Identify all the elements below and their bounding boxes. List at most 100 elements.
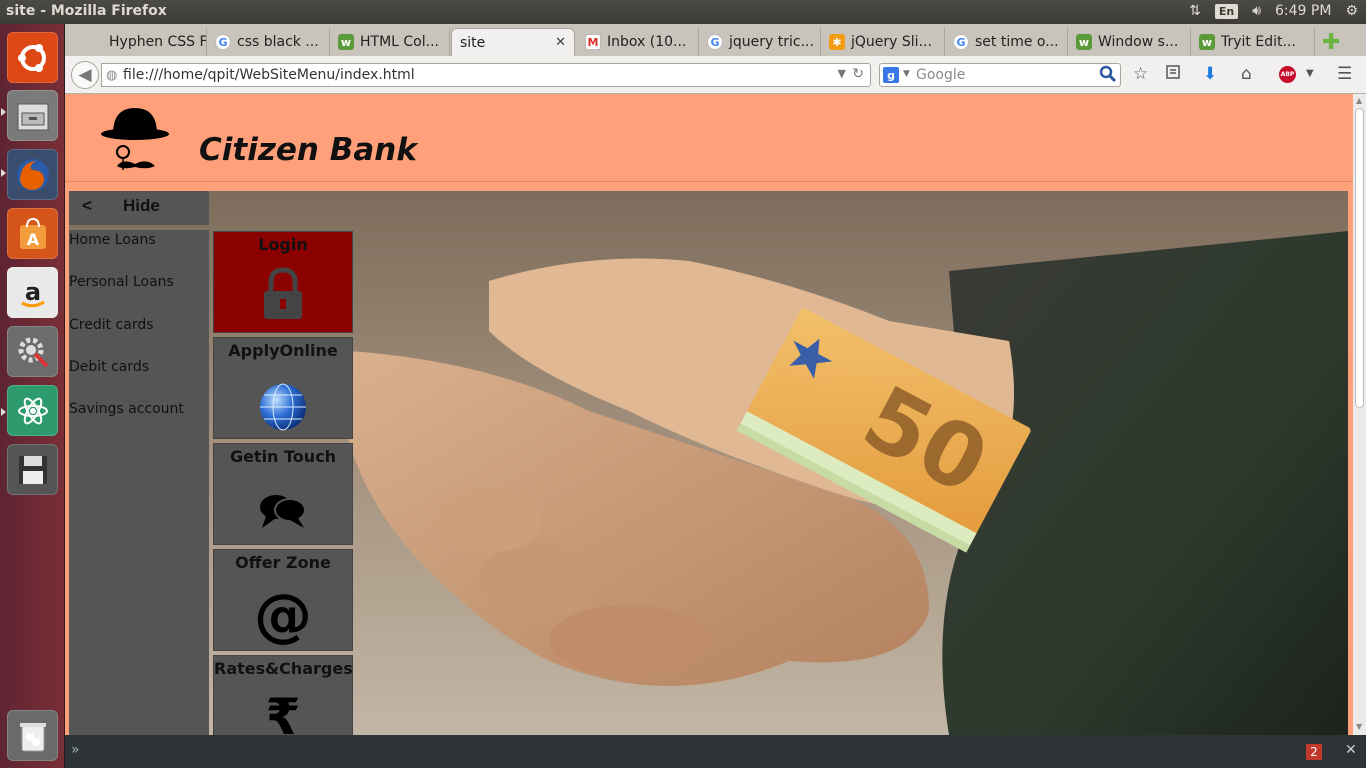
amazon-icon[interactable]: a <box>7 267 58 318</box>
google-icon: G <box>215 34 231 50</box>
browser-tab-active[interactable]: site ✕ <box>451 28 575 56</box>
w3schools-icon: w <box>1076 34 1092 50</box>
svg-text:a: a <box>24 278 40 306</box>
browser-tab[interactable]: G jquery tric... <box>699 28 821 56</box>
settings-gear-icon[interactable]: ⚙ <box>1345 3 1358 19</box>
collapse-arrow-icon: < <box>82 196 92 215</box>
unity-launcher: A a <box>0 24 65 768</box>
gmail-icon: M <box>585 34 601 50</box>
offer-zone-tile[interactable]: Offer Zone @ <box>213 549 353 651</box>
google-icon: G <box>707 34 723 50</box>
os-top-panel: site - Mozilla Firefox ⇅ En 🔊︎ 6:49 PM ⚙ <box>0 0 1366 24</box>
menu-item-home-loans[interactable]: Home Loans <box>69 232 156 248</box>
tab-title: HTML Col... <box>360 34 439 50</box>
hamburger-menu-icon[interactable]: ☰ <box>1337 64 1352 84</box>
double-chevron-icon[interactable]: » <box>71 742 80 758</box>
lock-icon <box>214 266 352 322</box>
page-viewport: Citizen Bank 50 < Hide Home Loans Person… <box>65 94 1353 735</box>
site-header: Citizen Bank <box>65 94 1353 182</box>
browser-tab[interactable]: G css black ... <box>207 28 330 56</box>
engine-dropdown-icon[interactable]: ▼ <box>903 69 910 79</box>
google-search-engine-icon[interactable]: g <box>883 67 899 83</box>
close-addon-bar-icon[interactable]: ✕ <box>1345 742 1357 758</box>
search-placeholder: Google <box>916 67 966 83</box>
window-title: site - Mozilla Firefox <box>6 3 167 19</box>
login-tile[interactable]: Login <box>213 231 353 333</box>
browser-tab[interactable]: G set time o... <box>945 28 1068 56</box>
bookmark-star-icon[interactable]: ☆ <box>1133 64 1148 84</box>
floppy-disk-icon[interactable] <box>7 444 58 495</box>
menu-item-savings-account[interactable]: Savings account <box>69 401 184 417</box>
browser-tab-strip: Hyphen CSS F... G css black ... w HTML C… <box>65 24 1366 56</box>
svg-text:A: A <box>26 230 39 249</box>
gentleman-logo-icon <box>99 104 171 174</box>
browser-tab[interactable]: w Tryit Edit... <box>1191 28 1315 56</box>
tab-title: Tryit Edit... <box>1221 34 1296 50</box>
tab-title: Inbox (10... <box>607 34 687 50</box>
browser-tab[interactable]: w Window s... <box>1068 28 1191 56</box>
scrollbar-thumb[interactable] <box>1355 108 1364 408</box>
chat-bubbles-icon <box>214 490 352 532</box>
tab-title: jquery tric... <box>729 34 814 50</box>
tab-title: jQuery Sli... <box>851 34 932 50</box>
globe-icon <box>214 382 352 432</box>
tab-title: css black ... <box>237 34 319 50</box>
hide-sidebar-button[interactable]: < Hide <box>69 191 209 225</box>
keyboard-language-indicator[interactable]: En <box>1214 3 1239 19</box>
tab-title: site <box>460 34 486 51</box>
new-tab-plus-icon[interactable]: ✚ <box>1322 30 1340 55</box>
software-center-icon[interactable]: A <box>7 208 58 259</box>
adblock-dropdown-icon[interactable]: ▼ <box>1306 68 1314 79</box>
files-icon[interactable] <box>7 90 58 141</box>
search-magnifier-icon[interactable] <box>1099 65 1117 87</box>
menu-item-personal-loans[interactable]: Personal Loans <box>69 274 174 290</box>
browser-tab[interactable]: ✱ jQuery Sli... <box>821 28 945 56</box>
browser-navigation-bar: ◀ ◍ file:///home/qpit/WebSiteMenu/index.… <box>65 56 1366 94</box>
getin-touch-tile[interactable]: Getin Touch <box>213 443 353 545</box>
clock[interactable]: 6:49 PM <box>1275 3 1331 19</box>
menu-item-credit-cards[interactable]: Credit cards <box>69 317 154 333</box>
blank-page-icon <box>87 34 103 50</box>
url-text[interactable]: file:///home/qpit/WebSiteMenu/index.html <box>123 67 415 83</box>
browser-addon-bar: » 2 ✕ <box>65 735 1366 768</box>
back-arrow-icon: ◀ <box>78 65 92 85</box>
trash-icon[interactable] <box>7 710 58 761</box>
tile-label: Offer Zone <box>235 553 331 572</box>
scroll-down-arrow-icon[interactable]: ▼ <box>1356 722 1362 731</box>
rupee-icon: ₹ <box>265 688 301 735</box>
browser-tab[interactable]: Hyphen CSS F... <box>79 28 207 56</box>
system-tray: ⇅ En 🔊︎ 6:49 PM ⚙ <box>1189 3 1358 19</box>
tab-title: set time o... <box>975 34 1059 50</box>
page-scrollbar[interactable]: ▲ ▼ <box>1353 94 1366 735</box>
apply-online-tile[interactable]: ApplyOnline <box>213 337 353 439</box>
system-settings-icon[interactable] <box>7 326 58 377</box>
close-tab-icon[interactable]: ✕ <box>555 35 566 50</box>
at-sign-icon: @ <box>254 581 312 649</box>
scroll-up-arrow-icon[interactable]: ▲ <box>1356 96 1362 105</box>
tile-label: Rates&Charges <box>214 659 353 678</box>
back-button[interactable]: ◀ <box>71 61 99 89</box>
browser-tab[interactable]: M Inbox (10... <box>577 28 699 56</box>
rates-and-charges-tile[interactable]: Rates&Charges ₹ <box>213 655 353 735</box>
history-dropdown-icon[interactable]: ▼ <box>838 67 846 80</box>
firefox-icon[interactable] <box>7 149 58 200</box>
search-bar[interactable]: g ▼ Google <box>879 63 1121 87</box>
bookmarks-list-icon[interactable] <box>1165 64 1181 85</box>
tile-label: ApplyOnline <box>228 341 338 360</box>
browser-tab[interactable]: w HTML Col... <box>330 28 450 56</box>
url-bar[interactable]: ◍ file:///home/qpit/WebSiteMenu/index.ht… <box>101 63 871 87</box>
menu-item-debit-cards[interactable]: Debit cards <box>69 359 149 375</box>
brand-title: Citizen Bank <box>199 132 417 168</box>
downloads-icon[interactable]: ⬇ <box>1203 64 1217 84</box>
addon-notification-badge[interactable]: 2 <box>1306 744 1322 760</box>
atom-editor-icon[interactable] <box>7 385 58 436</box>
hide-button-label: Hide <box>123 196 160 215</box>
w3schools-icon: w <box>338 34 354 50</box>
ubuntu-dash-icon[interactable] <box>7 32 58 83</box>
globe-icon: ◍ <box>106 68 118 83</box>
volume-icon[interactable]: 🔊︎ <box>1252 3 1261 19</box>
adblock-plus-icon[interactable]: ABP <box>1279 66 1296 83</box>
reload-icon[interactable]: ↻ <box>852 66 864 82</box>
network-icon[interactable]: ⇅ <box>1189 3 1201 19</box>
home-icon[interactable]: ⌂ <box>1241 64 1252 84</box>
